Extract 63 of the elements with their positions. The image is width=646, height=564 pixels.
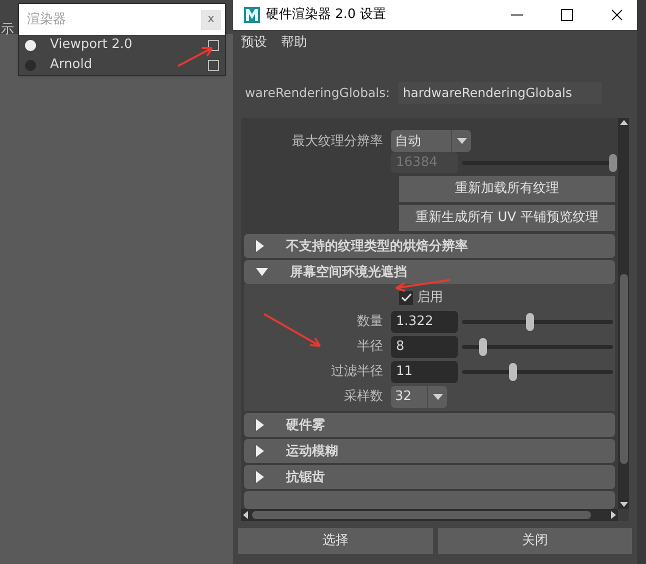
section-header[interactable]: 抗锯齿 — [244, 465, 615, 490]
renderer-item[interactable]: Viewport 2.0 — [19, 35, 225, 55]
checkbox[interactable] — [208, 40, 219, 50]
dropdown[interactable]: 自动 — [391, 130, 471, 152]
field-label: 最大纹理分辨率 — [292, 132, 383, 151]
number-field[interactable]: 8 — [391, 336, 458, 358]
section-header[interactable]: 运动模糊 — [244, 439, 615, 464]
horizontal-scrollbar[interactable] — [241, 509, 618, 521]
annotation-arrow — [395, 279, 451, 292]
close-button[interactable]: x — [201, 10, 221, 30]
scroll-down-icon[interactable] — [620, 502, 628, 507]
renderer-item[interactable]: Arnold — [19, 55, 225, 75]
field-label: 过滤半径 — [331, 363, 383, 382]
expanded-triangle-icon — [256, 268, 268, 276]
collapsed-triangle-icon — [256, 471, 264, 484]
section-title: 抗锯齿 — [286, 468, 325, 487]
field-label: 半径 — [357, 338, 383, 356]
checkbox[interactable] — [208, 60, 219, 70]
vertical-scrollbar[interactable] — [618, 118, 629, 509]
number-field[interactable]: 11 — [391, 360, 458, 383]
scroll-up-icon[interactable] — [620, 120, 628, 125]
footer-button[interactable]: 关闭 — [438, 528, 632, 554]
menu-item[interactable]: 帮助 — [281, 32, 307, 52]
collapsed-triangle-icon — [256, 445, 264, 458]
action-button[interactable]: 重新加载所有纹理 — [399, 176, 615, 202]
close-icon[interactable] — [611, 9, 623, 21]
node-name-field[interactable]: hardwareRenderingGlobals — [398, 82, 602, 104]
collapsed-triangle-icon — [256, 240, 264, 252]
annotation-arrow — [263, 313, 321, 347]
renderer-name: Viewport 2.0 — [50, 36, 132, 54]
background-label: 示 — [1, 22, 14, 37]
slider-thumb[interactable] — [479, 338, 488, 356]
section-title: 屏幕空间环境光遮挡 — [290, 264, 407, 282]
section-title: 不支持的纹理类型的烘焙分辨率 — [286, 238, 468, 256]
section-header[interactable]: 硬件雾 — [244, 413, 615, 438]
window-title: 硬件渲染器 2.0 设置 — [266, 6, 387, 24]
popup-title: 渲染器 — [27, 10, 66, 29]
section-header[interactable]: 不支持的纹理类型的烘焙分辨率 — [244, 234, 615, 258]
caret-icon — [456, 138, 466, 144]
dropdown[interactable]: 32 — [391, 386, 447, 408]
field-label: 数量 — [357, 313, 383, 332]
node-label: wareRenderingGlobals: — [245, 84, 390, 102]
annotation-arrow — [177, 47, 213, 67]
collapsed-triangle-icon — [256, 419, 264, 432]
number-field[interactable]: 1.322 — [391, 310, 458, 333]
menu-item[interactable]: 预设 — [241, 32, 267, 52]
check-icon — [400, 293, 412, 302]
slider-thumb[interactable] — [526, 312, 534, 331]
slider-thumb[interactable] — [509, 362, 518, 381]
footer-button[interactable]: 选择 — [238, 528, 432, 554]
checkbox[interactable] — [399, 290, 413, 305]
scroll-right-icon[interactable] — [611, 511, 616, 519]
app-logo-icon — [244, 7, 260, 23]
section-title: 硬件雾 — [286, 416, 325, 435]
caret-icon — [432, 394, 442, 400]
scroll-left-icon[interactable] — [243, 511, 248, 519]
maximize-icon[interactable] — [561, 9, 573, 21]
section-title: 运动模糊 — [286, 442, 338, 461]
renderer-name: Arnold — [50, 56, 92, 74]
checkbox-label: 启用 — [417, 289, 443, 308]
action-button[interactable]: 重新生成所有 UV 平铺预览纹理 — [399, 204, 615, 231]
field-label: 采样数 — [344, 388, 383, 406]
section-header[interactable]: 屏幕空间环境光遮挡 — [244, 260, 615, 284]
